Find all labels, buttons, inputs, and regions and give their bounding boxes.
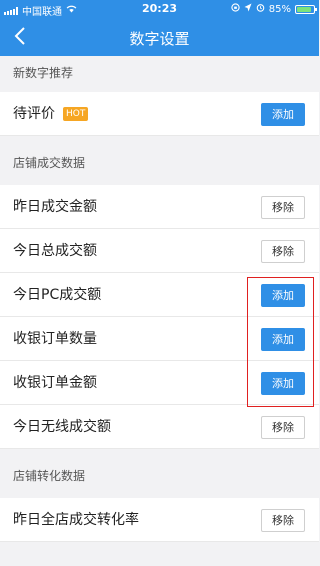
row-label: 今日PC成交额 — [13, 287, 102, 303]
row-label: 今日无线成交额 — [13, 419, 111, 435]
add-button[interactable]: 添加 — [261, 284, 305, 307]
list-item: 昨日全店成交转化率 移除 — [0, 498, 319, 542]
section-header-store-sales: 店铺成交数据 — [0, 146, 319, 180]
remove-button[interactable]: 移除 — [261, 416, 305, 439]
remove-button[interactable]: 移除 — [261, 509, 305, 532]
add-button[interactable]: 添加 — [261, 372, 305, 395]
row-label: 昨日全店成交转化率 — [13, 512, 139, 528]
alarm-icon — [256, 3, 265, 15]
battery-percent: 85% — [268, 3, 291, 15]
list-item: 昨日成交金额 移除 — [0, 185, 319, 229]
list-item: 待评价 HOT 添加 — [0, 92, 319, 136]
row-label: 昨日成交金额 — [13, 199, 97, 215]
section-header-partial — [0, 552, 319, 566]
status-bar: 中国联通 20:23 85% — [0, 0, 319, 18]
add-button[interactable]: 添加 — [261, 103, 305, 126]
remove-button[interactable]: 移除 — [261, 196, 305, 219]
nav-bar: 数字设置 — [0, 18, 319, 56]
page-title: 数字设置 — [129, 30, 190, 48]
add-button[interactable]: 添加 — [261, 328, 305, 351]
list-item: 今日PC成交额 添加 — [0, 273, 319, 317]
section-header-new-metrics: 新数字推荐 — [0, 56, 319, 90]
remove-button[interactable]: 移除 — [261, 240, 305, 263]
battery-fill — [297, 6, 311, 12]
list-item: 今日总成交额 移除 — [0, 229, 319, 273]
hot-badge: HOT — [63, 107, 89, 121]
top-bar: 中国联通 20:23 85% 数字设置 — [0, 0, 319, 56]
section-header-store-conversion: 店铺转化数据 — [0, 459, 319, 493]
battery-icon — [295, 4, 317, 14]
location-icon — [244, 3, 252, 15]
lock-rotation-icon — [231, 3, 240, 15]
list-item: 收银订单金额 添加 — [0, 361, 319, 405]
row-label: 待评价 — [13, 106, 55, 122]
row-label: 收银订单数量 — [13, 331, 97, 347]
row-label: 今日总成交额 — [13, 243, 97, 259]
list-item: 今日无线成交额 移除 — [0, 405, 319, 449]
row-label: 收银订单金额 — [13, 375, 97, 391]
list-item: 收银订单数量 添加 — [0, 317, 319, 361]
